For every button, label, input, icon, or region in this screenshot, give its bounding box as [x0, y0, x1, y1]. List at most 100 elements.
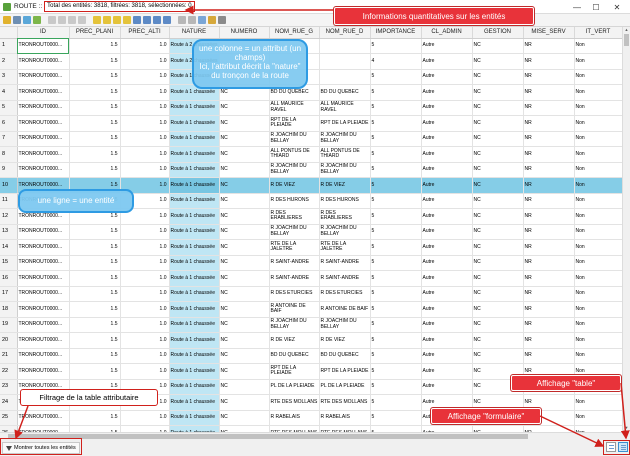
table-cell[interactable]: BD DU QUEBEC	[319, 84, 371, 101]
table-cell[interactable]: NC	[219, 317, 270, 333]
table-cell[interactable]: R DES ERABLIERES	[319, 208, 371, 225]
table-cell[interactable]: NR	[523, 239, 575, 256]
column-header[interactable]: IMPORTANCE	[370, 27, 422, 39]
table-row[interactable]: 16 TRONROUT0000... 1.5 1.0 Route à 1 chaussé…	[0, 270, 622, 287]
table-cell[interactable]: Autre	[421, 301, 473, 318]
deselect-icon[interactable]	[123, 16, 131, 24]
table-cell[interactable]: 1.0	[120, 115, 170, 132]
cut-icon[interactable]	[58, 16, 66, 24]
table-cell[interactable]: 5	[370, 255, 422, 271]
row-number[interactable]: 8	[0, 146, 18, 163]
table-row[interactable]: 17 TRONROUT0000... 1.5 1.0 Route à 1 chaussé…	[0, 286, 622, 302]
table-cell[interactable]: BD DU QUEBEC	[319, 348, 371, 364]
table-cell[interactable]: NC	[472, 177, 524, 194]
table-cell[interactable]: Non	[574, 270, 622, 287]
table-cell[interactable]: Non	[574, 301, 622, 318]
table-cell[interactable]: NR	[523, 193, 575, 209]
table-cell[interactable]: NR	[523, 332, 575, 349]
table-cell[interactable]: NR	[523, 177, 575, 194]
table-cell[interactable]: ALL MAURICE RAVEL	[319, 100, 371, 116]
table-cell[interactable]: Non	[574, 115, 622, 132]
table-cell[interactable]: R DES ERABLIERES	[269, 208, 320, 225]
table-cell[interactable]	[319, 53, 371, 70]
table-cell[interactable]: 1.0	[120, 348, 170, 364]
row-number[interactable]: 1	[0, 38, 18, 54]
table-cell[interactable]: 1.0	[120, 286, 170, 302]
filter-selection-icon[interactable]	[133, 16, 141, 24]
table-cell[interactable]: Autre	[421, 255, 473, 271]
table-cell[interactable]: 1.5	[69, 317, 121, 333]
table-cell[interactable]: 5	[370, 115, 422, 132]
table-cell[interactable]: Autre	[421, 379, 473, 395]
table-cell[interactable]: NC	[472, 239, 524, 256]
column-header[interactable]: PREC_PLANI	[69, 27, 121, 39]
table-cell[interactable]: NC	[472, 301, 524, 318]
row-number[interactable]: 14	[0, 239, 18, 256]
add-feature-icon[interactable]	[33, 16, 41, 24]
table-cell[interactable]: R DES ETURCIES	[269, 286, 320, 302]
scroll-down-icon[interactable]: ▼	[623, 425, 630, 431]
table-cell[interactable]: Route à 1 chaussée	[169, 348, 220, 364]
column-header[interactable]: NUMERO	[219, 27, 270, 39]
row-number[interactable]: 17	[0, 286, 18, 302]
table-cell[interactable]: NR	[523, 348, 575, 364]
table-cell[interactable]: 1.5	[69, 239, 121, 256]
table-cell[interactable]: 5	[370, 193, 422, 209]
row-number[interactable]: 19	[0, 317, 18, 333]
row-number[interactable]: 7	[0, 131, 18, 147]
table-row[interactable]: 9 TRONROUT0000... 1.5 1.0 Route à 1 chaussée…	[0, 162, 622, 178]
table-cell[interactable]: NR	[523, 270, 575, 287]
table-cell[interactable]: R JOACHIM DU BELLAY	[269, 224, 320, 240]
table-cell[interactable]: R JOACHIM DU BELLAY	[269, 317, 320, 333]
table-cell[interactable]: NR	[523, 131, 575, 147]
table-cell[interactable]: RPT DE LA PLEIADE	[269, 115, 320, 132]
table-cell[interactable]: NC	[472, 286, 524, 302]
table-cell[interactable]: 1.0	[120, 239, 170, 256]
table-cell[interactable]: Non	[574, 224, 622, 240]
table-cell[interactable]: 5	[370, 38, 422, 54]
table-cell[interactable]: R JOACHIM DU BELLAY	[269, 162, 320, 178]
table-cell[interactable]: 1.5	[69, 53, 121, 70]
table-cell[interactable]: R JOACHIM DU BELLAY	[319, 317, 371, 333]
row-number[interactable]: 18	[0, 301, 18, 318]
table-cell[interactable]: Non	[574, 317, 622, 333]
table-cell[interactable]: TRONROUT0000...	[17, 131, 70, 147]
table-cell[interactable]: Non	[574, 38, 622, 54]
copy-icon[interactable]	[68, 16, 76, 24]
table-cell[interactable]: 1.0	[120, 332, 170, 349]
table-row[interactable]: 1TRONROUT0000...1.51.0Route à 2 chaussée…	[0, 38, 622, 54]
table-cell[interactable]: 1.0	[120, 69, 170, 85]
row-number[interactable]: 9	[0, 162, 18, 178]
table-cell[interactable]: RTE DE LA JALETRE	[319, 239, 371, 256]
paste-icon[interactable]	[78, 16, 86, 24]
table-cell[interactable]: 5	[370, 363, 422, 380]
table-row[interactable]: 13 TRONROUT0000... 1.5 1.0 Route à 1 chaussé…	[0, 224, 622, 240]
table-cell[interactable]: TRONROUT0000...	[17, 224, 70, 240]
table-cell[interactable]: NC	[219, 177, 270, 194]
table-cell[interactable]: R SAINT-ANDRE	[319, 270, 371, 287]
table-cell[interactable]: NR	[523, 255, 575, 271]
table-cell[interactable]: Route à 1 chaussée	[169, 193, 220, 209]
table-cell[interactable]: NR	[523, 286, 575, 302]
table-cell[interactable]: Route à 1 chaussée	[169, 410, 220, 426]
row-number[interactable]: 3	[0, 69, 18, 85]
table-cell[interactable]: NR	[523, 301, 575, 318]
column-header[interactable]: CL_ADMIN	[421, 27, 473, 39]
row-number[interactable]: 16	[0, 270, 18, 287]
table-row[interactable]: 8 TRONROUT0000... 1.5 1.0 Route à 1 chaussée…	[0, 146, 622, 163]
table-cell[interactable]: 1.0	[120, 38, 170, 54]
table-cell[interactable]: R DE VIEZ	[269, 177, 320, 194]
table-cell[interactable]: Autre	[421, 100, 473, 116]
table-cell[interactable]: R JOACHIM DU BELLAY	[269, 131, 320, 147]
select-by-expression-icon[interactable]	[93, 16, 101, 24]
row-number[interactable]: 24	[0, 394, 18, 411]
table-cell[interactable]: NC	[219, 301, 270, 318]
table-cell[interactable]: Non	[574, 53, 622, 70]
table-cell[interactable]: 5	[370, 348, 422, 364]
table-cell[interactable]: NC	[472, 193, 524, 209]
table-cell[interactable]: 1.0	[120, 410, 170, 426]
table-cell[interactable]: R JOACHIM DU BELLAY	[319, 131, 371, 147]
table-cell[interactable]: R JOACHIM DU BELLAY	[319, 162, 371, 178]
table-cell[interactable]: 5	[370, 84, 422, 101]
table-cell[interactable]: 1.0	[120, 162, 170, 178]
